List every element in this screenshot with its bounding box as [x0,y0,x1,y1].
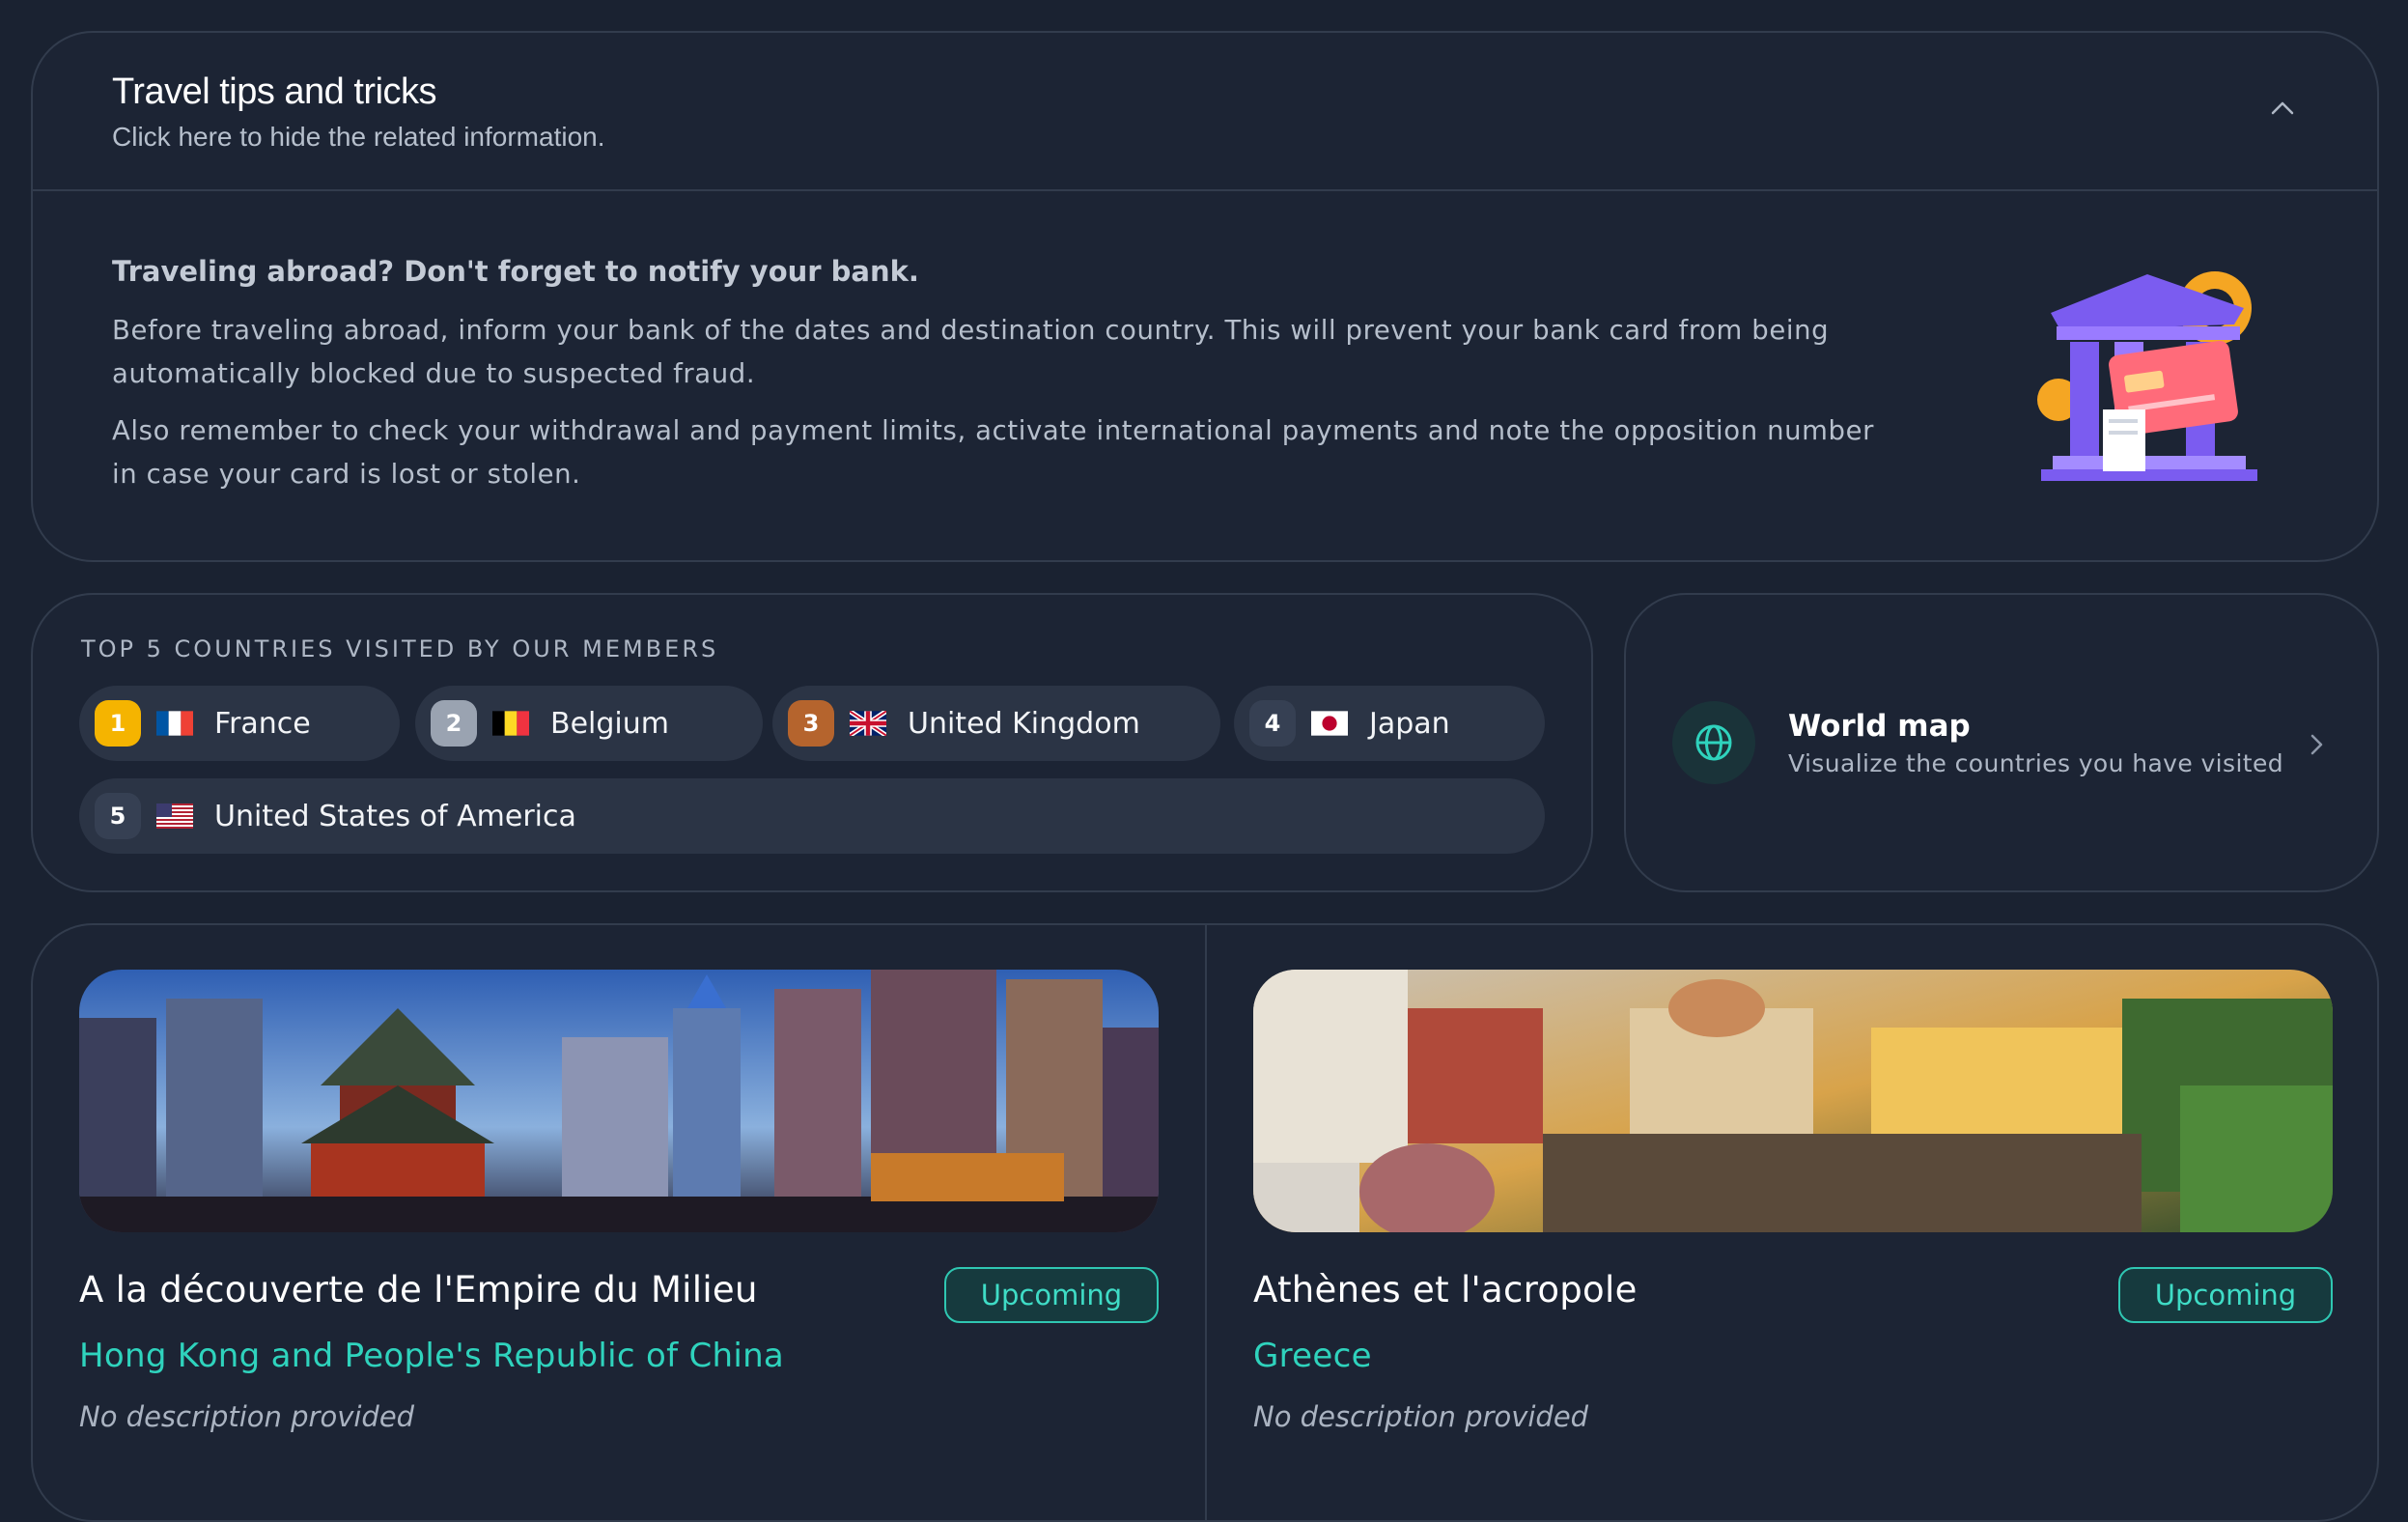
chevron-up-icon[interactable] [2267,93,2298,124]
tip-paragraph-2: Also remember to check your withdrawal a… [112,415,1875,490]
tip-paragraph-1: Before traveling abroad, inform your ban… [112,315,1830,389]
trip-card-china[interactable]: A la découverte de l'Empire du Milieu Up… [79,970,1159,1433]
trip-title: Athènes et l'acropole [1253,1269,1638,1311]
country-pill-usa[interactable]: 5 United States of America [79,778,1545,854]
rank-badge: 2 [431,700,477,747]
trip-description: No description provided [79,1400,415,1433]
trips-card: A la découverte de l'Empire du Milieu Up… [31,923,2379,1522]
country-pill-united-kingdom[interactable]: 3 United Kingdom [772,686,1220,761]
travel-tips-title: Travel tips and tricks [112,71,437,112]
country-name: Japan [1369,706,1450,741]
japan-flag-icon [1311,711,1348,736]
france-flag-icon [156,711,193,736]
top-countries-title: Top 5 countries visited by our members [81,635,719,662]
country-name: United States of America [214,799,576,833]
rank-badge: 3 [788,700,834,747]
trips-divider [1205,925,1207,1520]
travel-tips-subtitle: Click here to hide the related informati… [112,122,605,152]
world-map-subtitle: Visualize the countries you have visited [1788,749,2284,777]
trip-status-badge: Upcoming [2118,1267,2333,1323]
world-map-card[interactable]: World map Visualize the countries you ha… [1624,593,2379,892]
trip-country: Hong Kong and People's Republic of China [79,1337,785,1375]
usa-flag-icon [156,803,193,829]
belgium-flag-icon [492,711,529,736]
travel-tips-toggle[interactable]: Travel tips and tricks Click here to hid… [33,33,2377,191]
world-map-title: World map [1788,709,1971,744]
travel-tips-card: Travel tips and tricks Click here to hid… [31,31,2379,562]
country-pill-japan[interactable]: 4 Japan [1234,686,1545,761]
trip-status-badge: Upcoming [944,1267,1159,1323]
rank-badge: 1 [95,700,141,747]
country-name: Belgium [550,706,669,741]
trip-image-china-skyline [79,970,1159,1232]
trip-image-athens-square [1253,970,2333,1232]
country-pill-france[interactable]: 1 France [79,686,400,761]
globe-icon [1672,701,1755,784]
country-pill-belgium[interactable]: 2 Belgium [415,686,763,761]
trip-country: Greece [1253,1337,1372,1375]
uk-flag-icon [850,711,886,736]
bank-card-illustration [2037,271,2257,481]
trip-description: No description provided [1253,1400,1589,1433]
rank-badge: 4 [1249,700,1296,747]
trip-card-greece[interactable]: Athènes et l'acropole Upcoming Greece No… [1253,970,2333,1433]
top-countries-card: Top 5 countries visited by our members 1… [31,593,1593,892]
country-name: France [214,706,311,741]
country-name: United Kingdom [908,706,1140,741]
trip-title: A la découverte de l'Empire du Milieu [79,1269,758,1311]
chevron-right-icon [2310,734,2323,755]
tip-heading: Traveling abroad? Don't forget to notify… [112,255,919,288]
rank-badge: 5 [95,793,141,839]
